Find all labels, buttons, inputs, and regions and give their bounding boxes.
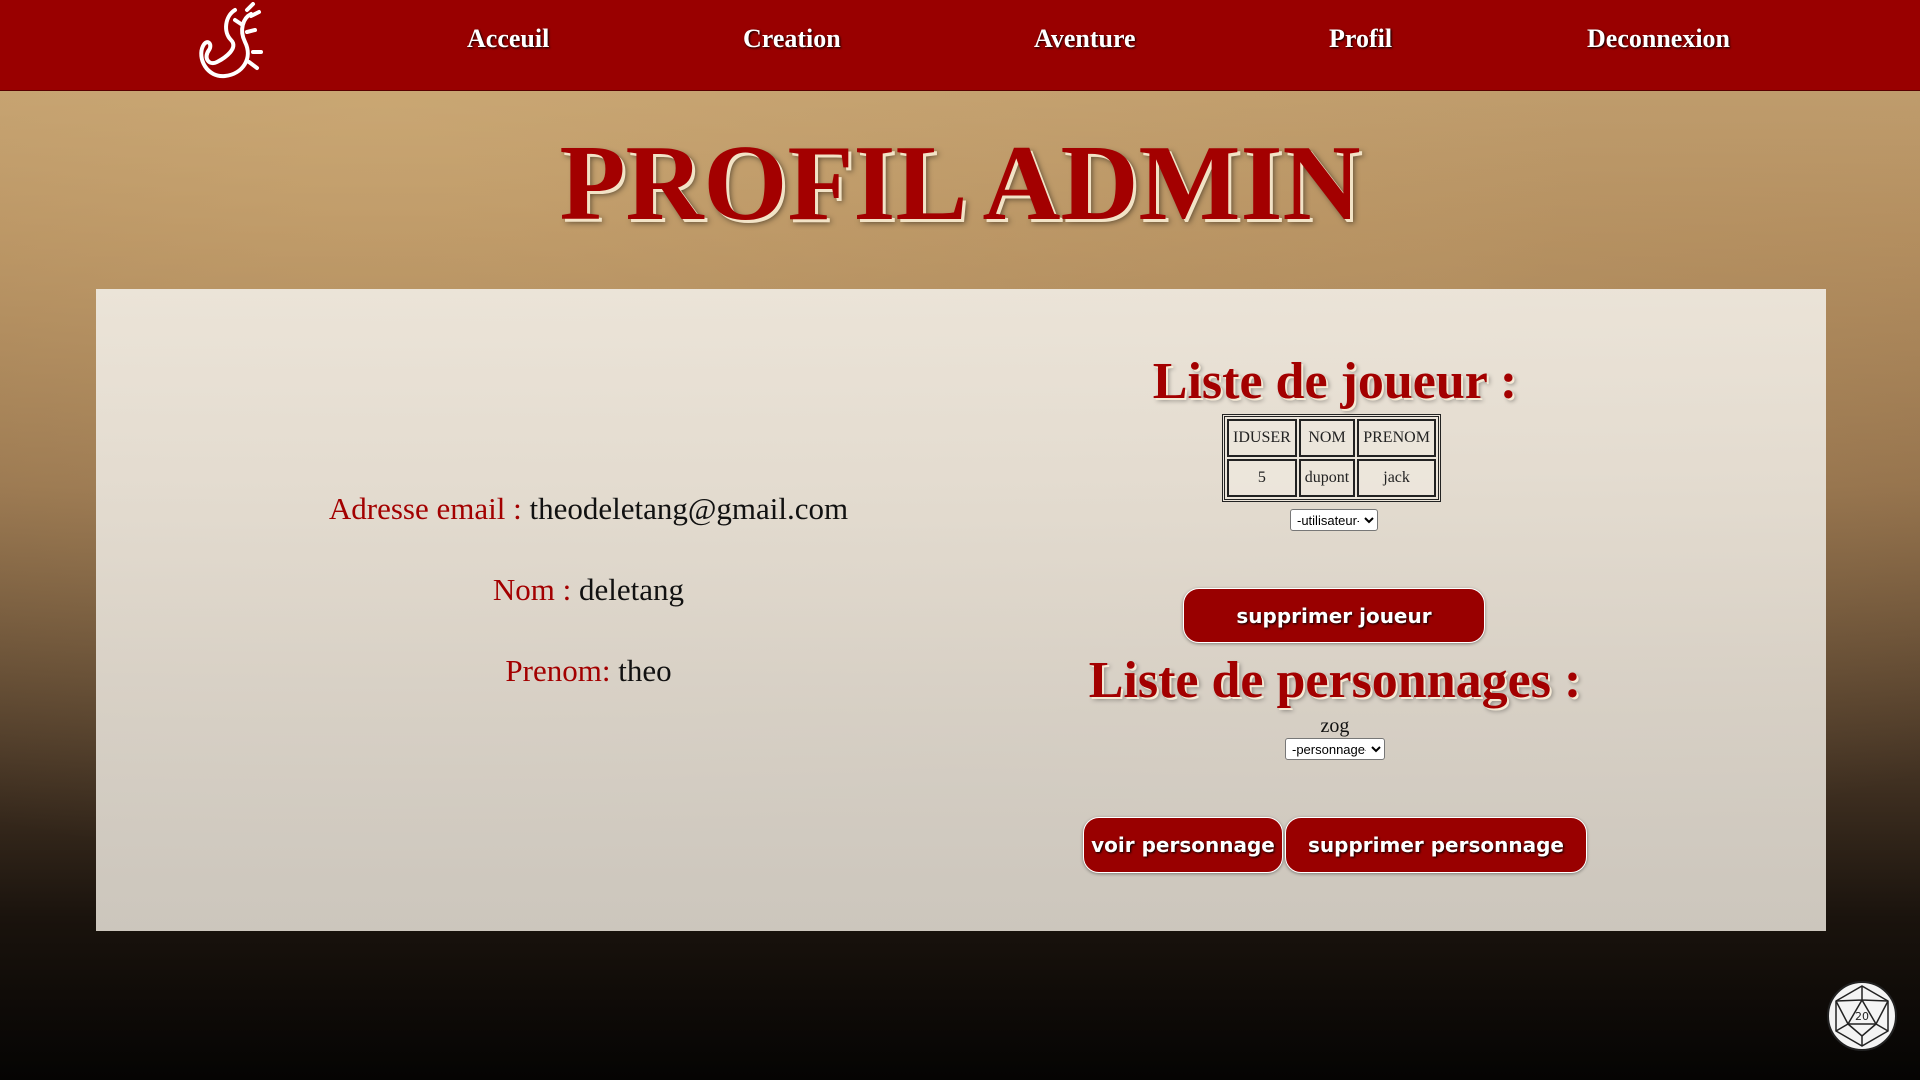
nom-value: deletang xyxy=(579,572,685,607)
column-header-nom: NOM xyxy=(1298,419,1356,457)
cell-iduser: 5 xyxy=(1227,459,1297,497)
email-label: Adresse email : xyxy=(328,491,522,526)
prenom-row: Prenom: theo xyxy=(96,653,1081,689)
nav-item-creation[interactable]: Creation xyxy=(743,24,841,54)
player-table: IDUSER NOM PRENOM 5 dupont jack xyxy=(1222,414,1441,502)
column-header-prenom: PRENOM xyxy=(1357,419,1436,457)
email-row: Adresse email : theodeletang@gmail.com xyxy=(96,491,1081,527)
nav-item-profil[interactable]: Profil xyxy=(1329,24,1392,54)
nav-item-deconnexion[interactable]: Deconnexion xyxy=(1587,24,1730,54)
delete-character-button[interactable]: supprimer personnage xyxy=(1285,817,1587,873)
salamander-logo-icon[interactable] xyxy=(195,2,275,86)
character-list-title: Liste de personnages : xyxy=(1088,652,1582,709)
column-header-iduser: IDUSER xyxy=(1227,419,1297,457)
nav-item-aventure[interactable]: Aventure xyxy=(1034,24,1136,54)
svg-text:20: 20 xyxy=(1855,1010,1869,1023)
player-list-title: Liste de joueur : xyxy=(1152,353,1518,410)
prenom-value: theo xyxy=(618,653,672,688)
cell-prenom: jack xyxy=(1357,459,1436,497)
view-character-button[interactable]: voir personnage xyxy=(1083,817,1283,873)
delete-player-button[interactable]: supprimer joueur xyxy=(1183,588,1485,643)
character-select[interactable]: -personnage- xyxy=(1285,738,1385,760)
nom-row: Nom : deletang xyxy=(96,572,1081,608)
prenom-label: Prenom: xyxy=(505,653,611,688)
cell-nom: dupont xyxy=(1298,459,1356,497)
nav-item-acceuil[interactable]: Acceuil xyxy=(467,24,549,54)
player-table-header-row: IDUSER NOM PRENOM xyxy=(1227,419,1436,457)
page-title: PROFIL ADMIN xyxy=(559,124,1361,243)
table-row: 5 dupont jack xyxy=(1227,459,1436,497)
email-value: theodeletang@gmail.com xyxy=(529,491,849,526)
user-select[interactable]: -utilisateur- xyxy=(1290,509,1378,531)
character-name: zog xyxy=(1320,715,1350,737)
nom-label: Nom : xyxy=(492,572,572,607)
top-navbar: Acceuil Creation Aventure Profil Deconne… xyxy=(0,0,1920,91)
d20-dice-icon[interactable]: 20 xyxy=(1826,974,1898,1058)
